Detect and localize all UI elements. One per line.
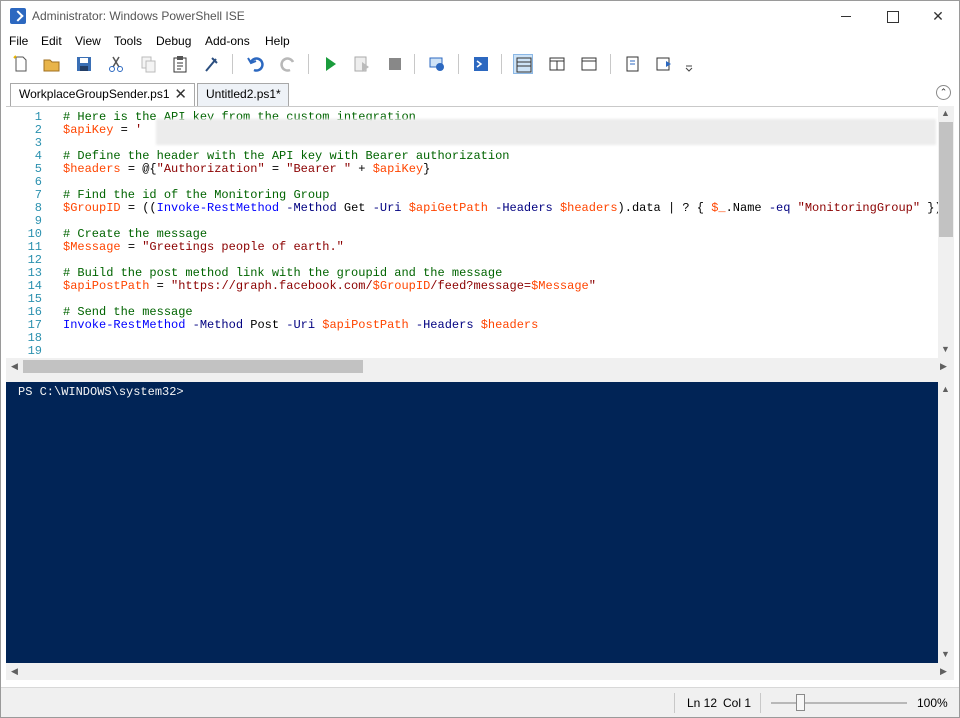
menu-debug[interactable]: Debug xyxy=(156,34,191,48)
console-pane[interactable]: PS C:\WINDOWS\system32> xyxy=(6,382,938,663)
paste-icon[interactable] xyxy=(170,54,190,74)
tab-untitled2[interactable]: Untitled2.ps1* xyxy=(197,83,289,106)
hide-script-pane-icon[interactable]: ⌃ xyxy=(936,85,951,100)
script-code[interactable]: 1 # Here is the API key from the custom i… xyxy=(6,111,942,358)
menu-view[interactable]: View xyxy=(75,34,101,48)
toolbar-separator xyxy=(458,54,459,74)
menu-help[interactable]: Help xyxy=(265,34,290,48)
toolbar-separator xyxy=(501,54,502,74)
tab-label: WorkplaceGroupSender.ps1 xyxy=(19,87,170,101)
pane-splitter[interactable] xyxy=(6,375,954,382)
new-script-icon[interactable] xyxy=(11,54,31,74)
script-tab-bar: WorkplaceGroupSender.ps1 ✕ Untitled2.ps1… xyxy=(1,80,959,107)
line-number: Ln 12 xyxy=(687,696,718,710)
script-vertical-scrollbar[interactable]: ▲ ▼ xyxy=(938,106,954,358)
tab-label: Untitled2.ps1* xyxy=(206,87,281,101)
stop-icon[interactable] xyxy=(385,54,405,74)
status-separator xyxy=(674,693,675,713)
code-text[interactable]: $headers = @{"Authorization" = "Bearer "… xyxy=(63,163,430,176)
toolbar-overflow-icon[interactable] xyxy=(679,54,693,74)
code-text[interactable]: $GroupID = ((Invoke-RestMethod -Method G… xyxy=(63,202,942,215)
scroll-left-icon[interactable]: ◀ xyxy=(11,361,18,372)
scroll-left-icon[interactable]: ◀ xyxy=(11,666,18,677)
show-command-window-icon[interactable] xyxy=(654,54,674,74)
menu-add-ons[interactable]: Add-ons xyxy=(205,34,250,48)
cut-icon[interactable] xyxy=(106,54,126,74)
script-pane-right-icon[interactable] xyxy=(547,54,567,74)
console-vertical-scrollbar[interactable]: ▲ ▼ xyxy=(938,382,954,663)
script-pane-maximized-icon[interactable] xyxy=(579,54,599,74)
scrollbar-thumb[interactable] xyxy=(939,122,953,237)
line-number-gutter: 19 xyxy=(27,344,42,358)
new-remote-tab-icon[interactable] xyxy=(427,54,447,74)
toolbar-separator xyxy=(232,54,233,74)
status-bar: Ln 12 Col 1 100% xyxy=(1,687,959,717)
scrollbar-thumb[interactable] xyxy=(23,360,363,373)
open-icon[interactable] xyxy=(42,54,62,74)
code-text[interactable]: $apiKey = ' xyxy=(63,124,142,137)
scroll-up-icon[interactable]: ▲ xyxy=(941,384,950,394)
zoom-level: 100% xyxy=(917,696,948,710)
column-number: Col 1 xyxy=(723,696,752,710)
zoom-slider-thumb[interactable] xyxy=(796,694,805,711)
code-text[interactable]: $Message = "Greetings people of earth." xyxy=(63,241,344,254)
toolbar xyxy=(1,51,959,78)
redacted-api-key xyxy=(156,119,936,145)
run-script-icon[interactable] xyxy=(320,54,340,74)
title-bar: Administrator: Windows PowerShell ISE ✕ xyxy=(1,1,959,32)
close-tab-icon[interactable]: ✕ xyxy=(174,84,187,105)
clear-console-icon[interactable] xyxy=(202,54,222,74)
script-pane-top-icon[interactable] xyxy=(513,54,533,74)
scroll-right-icon[interactable]: ▶ xyxy=(940,666,947,677)
code-text[interactable]: $apiPostPath = "https://graph.facebook.c… xyxy=(63,280,596,293)
show-script-pane-icon[interactable] xyxy=(622,54,642,74)
window-title: Administrator: Windows PowerShell ISE xyxy=(32,9,245,23)
close-button[interactable]: ✕ xyxy=(915,1,960,32)
menu-bar: File Edit View Tools Debug Add-ons Help xyxy=(1,32,959,51)
scroll-down-icon[interactable]: ▼ xyxy=(941,649,950,659)
tab-workplacegroupsender[interactable]: WorkplaceGroupSender.ps1 ✕ xyxy=(10,83,195,107)
scroll-down-icon[interactable]: ▼ xyxy=(941,344,950,354)
code-text[interactable]: Invoke-RestMethod -Method Post -Uri $api… xyxy=(63,319,538,332)
minimize-button[interactable] xyxy=(823,1,869,32)
scroll-up-icon[interactable]: ▲ xyxy=(941,108,950,118)
maximize-button[interactable] xyxy=(869,1,915,32)
scroll-right-icon[interactable]: ▶ xyxy=(940,361,947,372)
console-horizontal-scrollbar[interactable]: ◀ ▶ xyxy=(6,663,954,680)
menu-file[interactable]: File xyxy=(9,34,28,48)
undo-icon[interactable] xyxy=(246,54,266,74)
status-separator xyxy=(760,693,761,713)
menu-edit[interactable]: Edit xyxy=(41,34,62,48)
powershell-ise-icon xyxy=(10,8,26,24)
run-selection-icon[interactable] xyxy=(352,54,372,74)
toolbar-separator xyxy=(308,54,309,74)
save-icon[interactable] xyxy=(74,54,94,74)
toolbar-separator xyxy=(414,54,415,74)
toolbar-separator xyxy=(610,54,611,74)
code-line[interactable]: 19 xyxy=(6,345,42,358)
console-prompt[interactable]: PS C:\WINDOWS\system32> xyxy=(18,385,184,399)
copy-icon[interactable] xyxy=(138,54,158,74)
script-horizontal-scrollbar[interactable]: ◀ ▶ xyxy=(6,358,954,375)
menu-tools[interactable]: Tools xyxy=(114,34,142,48)
start-powershell-icon[interactable] xyxy=(471,54,491,74)
zoom-slider-track[interactable] xyxy=(771,702,907,704)
powershell-ise-window: Administrator: Windows PowerShell ISE ✕ … xyxy=(0,0,960,718)
redo-icon[interactable] xyxy=(278,54,298,74)
